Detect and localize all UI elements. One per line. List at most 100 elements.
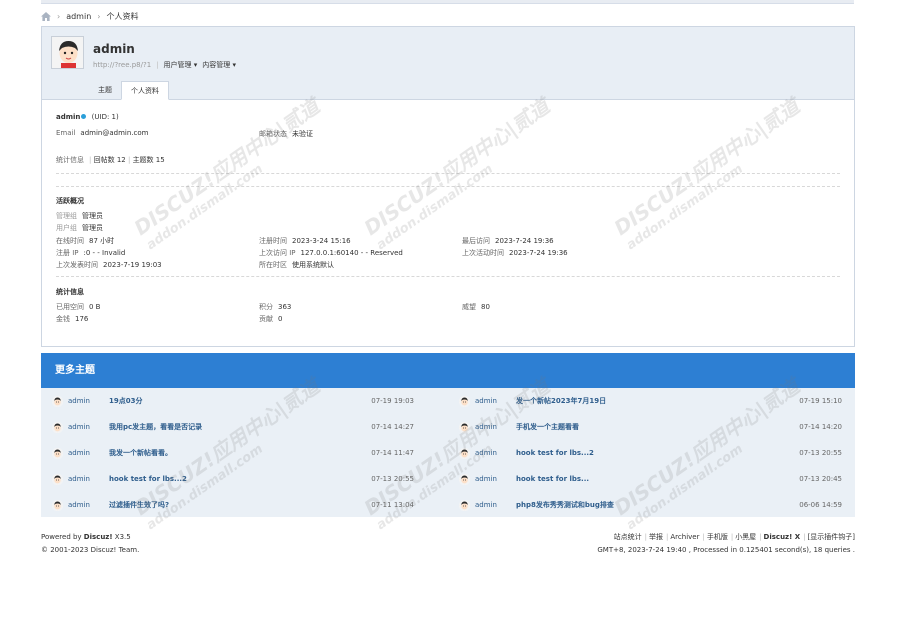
footer-link-separator: | xyxy=(803,533,806,541)
online-time-value: 87 小时 xyxy=(89,237,115,245)
thread-title-link[interactable]: 发一个新帖2023年7月19日 xyxy=(516,396,782,406)
thread-title-link[interactable]: hook test for lbs...2 xyxy=(109,475,354,483)
thread-avatar[interactable] xyxy=(52,395,63,407)
more-threads-title: 更多主题 xyxy=(41,353,855,388)
stats-title: 统计信息 xyxy=(56,288,84,296)
last-active-value: 2023-7-24 19:36 xyxy=(509,249,568,257)
thread-row: admin hook test for lbs...2 07-13 20:55 xyxy=(459,440,842,466)
thread-avatar[interactable] xyxy=(52,421,63,433)
thread-row: admin 19点03分 07-19 19:03 xyxy=(52,388,414,414)
online-time-row: 在线时间 87 小时 xyxy=(56,236,114,246)
credits-value: 363 xyxy=(278,303,292,311)
money-label: 金钱 xyxy=(56,315,70,323)
breadcrumb: › admin › 个人资料 xyxy=(41,10,138,22)
user-group-link[interactable]: 管理员 xyxy=(82,224,103,232)
footer-link[interactable]: 站点统计 xyxy=(614,533,642,541)
thread-title-link[interactable]: 过滤插件生效了吗? xyxy=(109,500,354,510)
thread-author-link[interactable]: admin xyxy=(68,397,109,405)
thread-avatar[interactable] xyxy=(459,395,470,407)
reg-ip-label: 注册 IP xyxy=(56,249,79,257)
breadcrumb-current: 个人资料 xyxy=(106,11,139,21)
thread-avatar[interactable] xyxy=(52,473,63,485)
last-post-label: 上次发表时间 xyxy=(56,261,98,269)
email-status-row: 邮箱状态 未验证 xyxy=(259,129,313,139)
footer-link[interactable]: 小黑屋 xyxy=(735,533,756,541)
footer-link[interactable]: [显示插件钩子] xyxy=(808,533,855,541)
footer-link[interactable]: Archiver xyxy=(670,533,699,541)
online-time-label: 在线时间 xyxy=(56,237,84,245)
footer-link[interactable]: 手机版 xyxy=(707,533,728,541)
contrib-row: 贡献 0 xyxy=(259,314,282,324)
thread-author-link[interactable]: admin xyxy=(475,501,516,509)
thread-author-link[interactable]: admin xyxy=(475,475,516,483)
thread-date: 06-06 14:59 xyxy=(799,501,842,509)
last-ip-value: 127.0.0.1:60140 - - Reserved xyxy=(300,249,403,257)
user-manage-menu[interactable]: 用户管理 ▾ xyxy=(164,60,198,70)
thread-author-link[interactable]: admin xyxy=(68,501,109,509)
thread-title-link[interactable]: 我用pc发主题，看看是否记录 xyxy=(109,422,354,432)
thread-date: 07-19 19:03 xyxy=(371,397,414,405)
thread-avatar[interactable] xyxy=(459,473,470,485)
thread-avatar[interactable] xyxy=(459,447,470,459)
online-status-icon xyxy=(81,114,87,119)
uid-row: admin (UID: 1) xyxy=(56,113,119,121)
last-post-row: 上次发表时间 2023-7-19 19:03 xyxy=(56,260,162,270)
space-url-link[interactable]: http://?ree.p8/?1 xyxy=(93,61,151,69)
thread-author-link[interactable]: admin xyxy=(68,449,109,457)
admin-group-link[interactable]: 管理员 xyxy=(82,212,103,220)
threads-count-link[interactable]: 主题数 15 xyxy=(133,156,165,164)
stats-label: 统计信息 xyxy=(56,156,84,164)
user-group-row: 用户组 管理员 xyxy=(56,223,103,233)
thread-title-link[interactable]: 19点03分 xyxy=(109,396,354,406)
home-icon[interactable] xyxy=(41,11,51,21)
email-label: Email xyxy=(56,129,76,137)
thread-avatar[interactable] xyxy=(459,499,470,511)
tab-profile[interactable]: 个人资料 xyxy=(121,81,169,100)
breadcrumb-separator: › xyxy=(97,11,101,21)
footer-status: GMT+8, 2023-7-24 19:40 , Processed in 0.… xyxy=(597,546,855,554)
thread-title-link[interactable]: hook test for lbs... xyxy=(516,475,782,483)
prestige-row: 威望 80 xyxy=(462,302,490,312)
thread-avatar[interactable] xyxy=(459,421,470,433)
powered-version: X3.5 xyxy=(112,533,131,541)
email-status-value: 未验证 xyxy=(292,130,313,138)
space-row: 已用空间 0 B xyxy=(56,302,100,312)
thread-avatar[interactable] xyxy=(52,447,63,459)
footer-link[interactable]: 举报 xyxy=(649,533,663,541)
footer-link-separator: | xyxy=(644,533,648,541)
thread-author-link[interactable]: admin xyxy=(68,475,109,483)
thread-title-link[interactable]: php8发布秀秀测试和bug排查 xyxy=(516,500,782,510)
thread-author-link[interactable]: admin xyxy=(68,423,109,431)
thread-date: 07-14 11:47 xyxy=(371,449,414,457)
thread-author-link[interactable]: admin xyxy=(475,397,516,405)
breadcrumb-separator: › xyxy=(57,11,61,21)
content-manage-label: 内容管理 xyxy=(202,61,231,69)
thread-date: 07-13 20:55 xyxy=(799,449,842,457)
profile-body: admin (UID: 1) Email admin@admin.com 邮箱状态… xyxy=(42,100,854,323)
space-value: 0 B xyxy=(89,303,101,311)
posts-count-link[interactable]: 回帖数 12 xyxy=(94,156,126,164)
thread-row: admin php8发布秀秀测试和bug排查 06-06 14:59 xyxy=(459,492,842,518)
thread-date: 07-13 20:55 xyxy=(371,475,414,483)
thread-title-link[interactable]: 我发一个新帖看看。 xyxy=(109,448,354,458)
avatar[interactable] xyxy=(51,36,84,69)
content-manage-menu[interactable]: 内容管理 ▾ xyxy=(202,60,236,70)
thread-title-link[interactable]: hook test for lbs...2 xyxy=(516,449,782,457)
more-threads-panel: 更多主题 admin 19点03分 07-19 19:03 admin 发一个新帖202… xyxy=(41,353,855,517)
thread-avatar[interactable] xyxy=(52,499,63,511)
reg-time-value: 2023-3-24 15:16 xyxy=(292,237,351,245)
tab-threads[interactable]: 主题 xyxy=(89,81,121,100)
profile-tabs: 主题 个人资料 xyxy=(89,81,169,100)
discuz-link[interactable]: Discuz! xyxy=(84,533,113,541)
thread-title-link[interactable]: 手机发一个主题看看 xyxy=(516,422,782,432)
footer-links: 站点统计 | 举报 | Archiver | 手机版 | 小黑屋 | Discuz! X | [显示插件… xyxy=(597,531,855,544)
timezone-value: 使用系统默认 xyxy=(292,261,334,269)
footer-link[interactable]: Discuz! X xyxy=(764,533,801,541)
credits-label: 积分 xyxy=(259,303,273,311)
footer-link-separator: | xyxy=(730,533,734,541)
stats-row: 统计信息 | 回帖数 12 | 主题数 15 xyxy=(56,155,165,165)
thread-author-link[interactable]: admin xyxy=(475,449,516,457)
breadcrumb-user-link[interactable]: admin xyxy=(66,12,91,21)
thread-author-link[interactable]: admin xyxy=(475,423,516,431)
email-row: Email admin@admin.com xyxy=(56,129,148,137)
